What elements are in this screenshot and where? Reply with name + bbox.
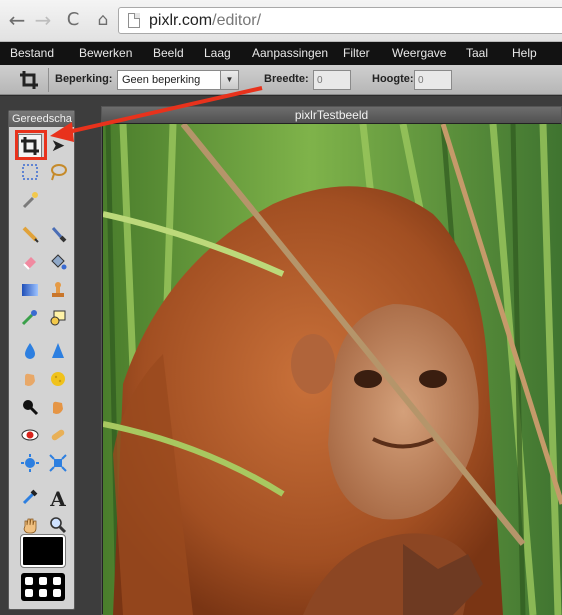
image-window: pixlrTestbeeld	[101, 106, 562, 615]
red-eye-icon[interactable]	[18, 425, 42, 449]
reload-icon[interactable]: C	[62, 9, 84, 31]
menu-laag[interactable]: Laag	[204, 46, 231, 60]
height-label: Hoogte:	[372, 73, 414, 85]
drawing-tool-icon[interactable]	[46, 308, 70, 332]
bloat-icon[interactable]	[18, 453, 42, 477]
magic-wand-icon[interactable]	[18, 190, 42, 214]
chevron-down-icon: ▼	[220, 71, 238, 89]
image-window-title: pixlrTestbeeld	[102, 107, 561, 123]
burn-icon[interactable]	[18, 397, 42, 421]
dodge-icon[interactable]	[46, 397, 70, 421]
menu-weergave[interactable]: Weergave	[392, 46, 446, 60]
crop-tool-highlight	[15, 130, 47, 160]
menu-bar: Bestand Bewerken Beeld Laag Aanpassingen…	[0, 42, 562, 65]
page-icon	[128, 13, 140, 28]
color-picker-icon[interactable]	[18, 487, 42, 511]
menu-aanpassingen[interactable]: Aanpassingen	[252, 46, 328, 60]
menu-bewerken[interactable]: Bewerken	[79, 46, 132, 60]
crop-icon	[20, 71, 38, 89]
lasso-tool-icon[interactable]	[46, 162, 70, 186]
pinch-icon[interactable]	[46, 453, 70, 477]
divider	[48, 68, 49, 92]
height-input[interactable]: 0	[414, 70, 452, 90]
pencil-icon[interactable]	[18, 224, 42, 248]
canvas-photo[interactable]	[103, 124, 562, 615]
paint-bucket-icon[interactable]	[46, 252, 70, 276]
marquee-tool-icon[interactable]	[18, 162, 42, 186]
constraint-select-value: Geen beperking	[122, 74, 201, 86]
url-domain: pixlr.com	[149, 12, 213, 29]
clone-stamp-icon[interactable]	[46, 280, 70, 304]
url-text: pixlr.com/editor/	[149, 12, 261, 30]
move-tool-icon[interactable]: ➤	[46, 134, 70, 158]
type-tool-icon[interactable]: A	[46, 487, 70, 511]
back-arrow-icon[interactable]: ←	[6, 9, 28, 31]
home-icon[interactable]: ⌂	[92, 9, 114, 31]
workspace: Gereedscha ➤ A pixlrTestbeeld	[0, 96, 562, 615]
gradient-icon[interactable]	[18, 280, 42, 304]
address-bar[interactable]: pixlr.com/editor/	[118, 7, 562, 34]
sponge-icon[interactable]	[46, 369, 70, 393]
tools-panel: Gereedscha ➤ A	[8, 110, 75, 610]
width-input[interactable]: 0	[313, 70, 351, 90]
menu-help[interactable]: Help	[512, 46, 537, 60]
color-replace-icon[interactable]	[18, 308, 42, 332]
sharpen-icon[interactable]	[46, 341, 70, 365]
forward-arrow-icon[interactable]: →	[32, 9, 54, 31]
menu-filter[interactable]: Filter	[343, 46, 370, 60]
foreground-color-swatch[interactable]	[20, 534, 66, 568]
smudge-icon[interactable]	[18, 369, 42, 393]
width-label: Breedte:	[264, 73, 309, 85]
browser-toolbar: ← → C ⌂ pixlr.com/editor/	[0, 0, 562, 42]
url-path: /editor/	[212, 12, 262, 29]
constraint-select[interactable]: Geen beperking ▼	[117, 70, 239, 90]
tools-panel-title: Gereedscha	[9, 111, 74, 127]
menu-beeld[interactable]: Beeld	[153, 46, 184, 60]
menu-bestand[interactable]: Bestand	[10, 46, 54, 60]
brush-icon[interactable]	[46, 224, 70, 248]
menu-taal[interactable]: Taal	[466, 46, 488, 60]
eraser-icon[interactable]	[18, 252, 42, 276]
blur-icon[interactable]	[18, 341, 42, 365]
options-bar: Beperking: Geen beperking ▼ Breedte: 0 H…	[0, 65, 562, 95]
constraint-label: Beperking:	[55, 73, 113, 85]
spot-heal-icon[interactable]	[46, 425, 70, 449]
view-grid-icon[interactable]	[21, 573, 65, 601]
